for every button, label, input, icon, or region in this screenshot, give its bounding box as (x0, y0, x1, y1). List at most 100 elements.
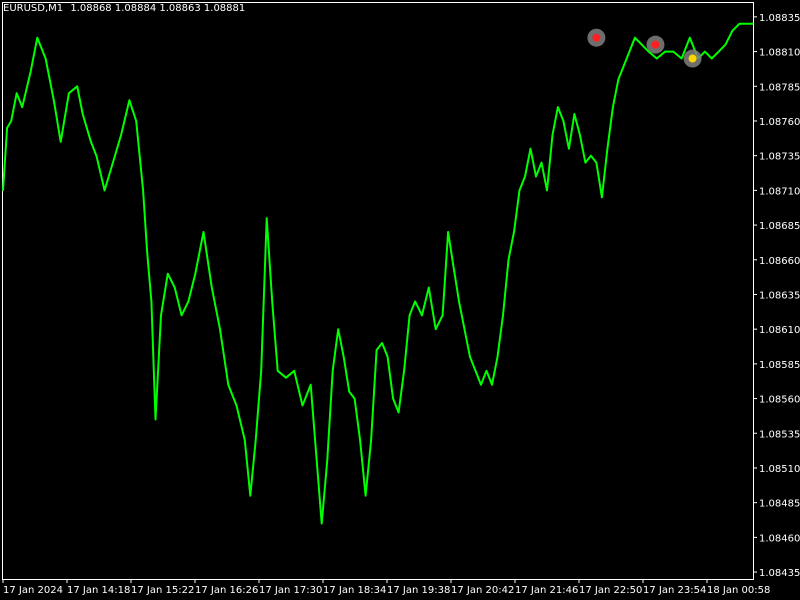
price-point (469, 356, 471, 358)
y-tick-label: 1.08610 (759, 325, 800, 336)
x-tick-label: 17 Jan 23:54 (643, 585, 706, 596)
price-point (634, 36, 636, 39)
x-tick-label: 17 Jan 20:42 (451, 585, 514, 596)
price-point (507, 259, 510, 261)
y-tick-label: 1.08560 (759, 395, 800, 406)
price-point (187, 300, 190, 303)
price-point (428, 286, 430, 289)
price-point (90, 141, 92, 143)
price-point (535, 175, 537, 178)
price-point (6, 127, 8, 129)
price-point (447, 231, 449, 233)
price-point (337, 328, 340, 331)
price-point (68, 92, 70, 94)
price-point (81, 113, 84, 115)
price-point (211, 286, 213, 289)
price-point (167, 272, 169, 275)
price-point (386, 356, 389, 358)
chart-canvas[interactable]: 1.08835 1.08810 1.08785 1.08760 1.08735 1.087… (0, 0, 800, 600)
price-point (656, 57, 658, 60)
price-point (551, 134, 554, 136)
price-point (180, 314, 183, 317)
price-point (601, 196, 603, 199)
y-tick-label: 1.08635 (759, 290, 800, 301)
price-point (227, 383, 230, 386)
price-point (150, 300, 153, 303)
price-point (540, 161, 543, 164)
price-point (640, 43, 643, 46)
price-point (546, 189, 548, 192)
price-point (724, 43, 727, 46)
trade-marker-dot (688, 54, 697, 63)
x-tick-label: 17 Jan 2024 (3, 585, 63, 596)
price-point (202, 231, 205, 233)
price-point (95, 154, 98, 157)
price-point (590, 154, 592, 157)
ohlc-values: 1.08868 1.08884 1.08863 1.08881 (70, 3, 246, 14)
price-point (403, 370, 405, 372)
trade-marker[interactable] (683, 49, 702, 68)
price-point (364, 494, 367, 497)
price-point (513, 231, 515, 233)
price-point (128, 99, 131, 101)
y-tick-label: 1.08660 (759, 256, 800, 267)
x-tick-label: 17 Jan 22:50 (579, 585, 642, 596)
x-tick-label: 17 Jan 21:46 (515, 585, 578, 596)
price-point (160, 314, 162, 317)
price-point (265, 217, 268, 219)
price-point (529, 147, 532, 150)
y-tick-label: 1.08835 (759, 13, 800, 24)
trade-marker[interactable] (587, 28, 606, 47)
price-point (672, 50, 675, 53)
price-chart[interactable]: 1.08835 1.08810 1.08785 1.08760 1.08735 1.087… (0, 0, 800, 600)
price-point (491, 383, 493, 386)
price-point (414, 300, 416, 303)
price-point (421, 314, 423, 317)
price-point (53, 99, 55, 101)
y-tick-label: 1.08585 (759, 360, 800, 371)
price-point (568, 147, 570, 150)
price-point (573, 113, 576, 115)
price-point (664, 50, 666, 53)
price-point (474, 370, 477, 372)
trade-marker-dot (651, 40, 660, 49)
price-point (480, 383, 482, 386)
price-point (579, 134, 581, 136)
y-tick-label: 1.08710 (759, 186, 800, 197)
y-tick-label: 1.08435 (759, 568, 800, 579)
price-point (496, 356, 499, 358)
price-point (10, 120, 12, 122)
price-point (219, 328, 221, 331)
price-point (711, 57, 713, 60)
trade-marker[interactable] (646, 35, 665, 54)
price-point (502, 314, 504, 317)
price-point (397, 411, 400, 414)
price-point (271, 300, 274, 303)
price-point (562, 120, 565, 122)
price-point (135, 120, 137, 122)
x-tick-label: 17 Jan 16:26 (195, 585, 258, 596)
price-point (112, 161, 114, 164)
price-point (285, 376, 287, 379)
price-point (628, 50, 631, 53)
price-point (244, 439, 246, 442)
price-point (524, 175, 526, 178)
price-point (623, 64, 625, 67)
price-point (103, 189, 106, 192)
price-point (434, 328, 437, 331)
y-tick-label: 1.08535 (759, 429, 800, 440)
price-point (441, 314, 444, 317)
price-point (408, 314, 411, 317)
chart-header: EURUSD,M1 1.08868 1.08884 1.08863 1.0888… (3, 3, 249, 15)
price-point (595, 161, 598, 164)
price-point (260, 370, 263, 372)
price-point (254, 439, 257, 442)
price-point (746, 23, 749, 25)
x-tick-label: 17 Jan 17:30 (259, 585, 322, 596)
price-point (370, 439, 372, 442)
price-point (326, 460, 329, 462)
price-point (738, 23, 741, 25)
price-point (173, 286, 176, 289)
price-point (235, 404, 238, 407)
price-point (59, 141, 62, 143)
